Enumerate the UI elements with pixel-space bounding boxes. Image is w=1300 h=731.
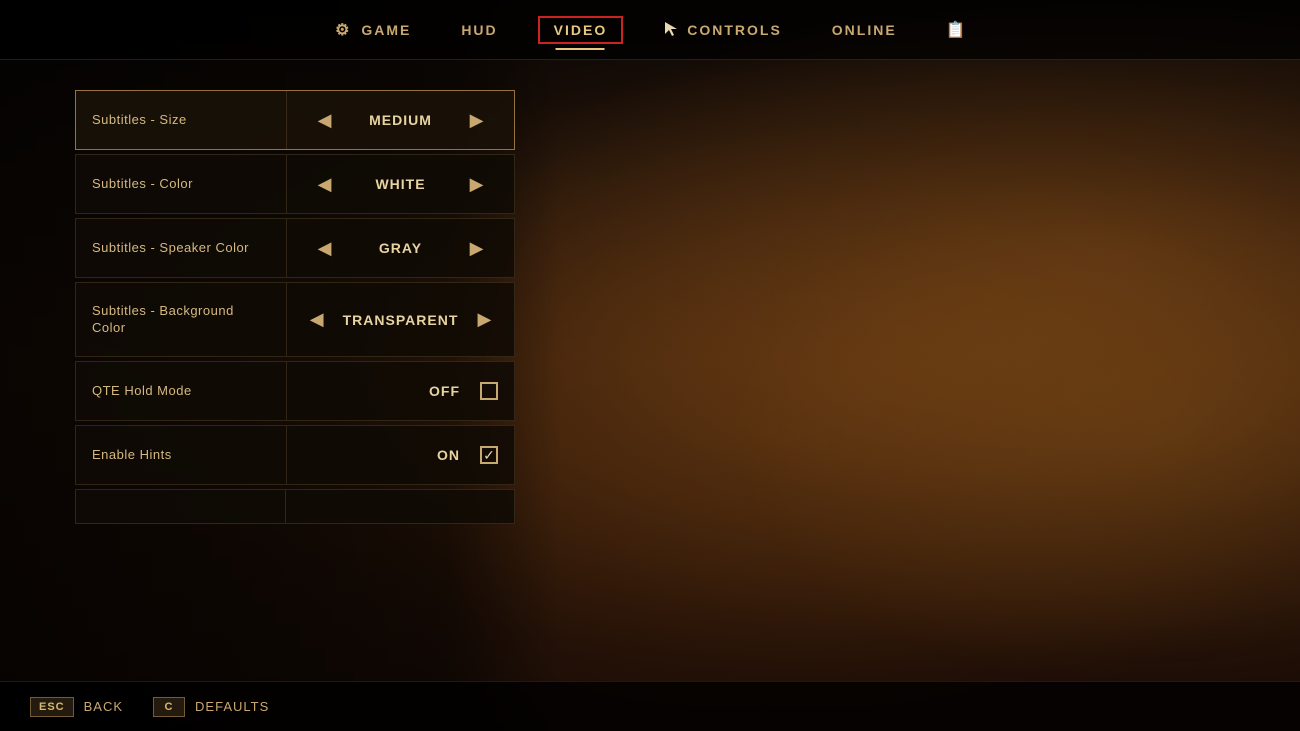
nav-label-online: ONLINE xyxy=(832,22,897,38)
setting-qte-hold-mode[interactable]: QTE Hold Mode Off xyxy=(75,361,515,421)
checkmark-icon: ✓ xyxy=(483,447,495,464)
arrow-left-color[interactable]: ◀ xyxy=(315,174,335,195)
arrow-left-speaker[interactable]: ◀ xyxy=(315,238,335,259)
extra-icon: 📋 xyxy=(947,20,967,40)
label-subtitles-bg-color: Subtitles - Background Color xyxy=(76,303,286,337)
back-key-badge: ESC xyxy=(30,697,74,717)
nav-label-video: VIDEO xyxy=(554,22,608,38)
nav-item-controls[interactable]: CONTROLS xyxy=(653,15,792,44)
scene-silhouette xyxy=(550,61,1300,681)
value-subtitles-speaker-color: ◀ Gray ▶ xyxy=(286,219,514,277)
partial-left xyxy=(76,490,286,523)
arrow-right-color[interactable]: ▶ xyxy=(467,174,487,195)
defaults-label: Defaults xyxy=(195,699,269,714)
value-text-bg: Transparent xyxy=(343,312,459,328)
label-subtitles-speaker-color: Subtitles - Speaker Color xyxy=(76,240,286,257)
nav-item-video[interactable]: VIDEO xyxy=(538,16,624,44)
nav-item-hud[interactable]: HUD xyxy=(451,17,507,43)
bottom-bar: ESC Back C Defaults xyxy=(0,681,1300,731)
value-subtitles-bg-color: ◀ Transparent ▶ xyxy=(286,283,514,356)
checkbox-qte[interactable] xyxy=(480,382,498,400)
label-subtitles-color: Subtitles - Color xyxy=(76,176,286,193)
nav-item-game[interactable]: ⚙ GAME xyxy=(323,15,421,45)
setting-subtitles-speaker-color[interactable]: Subtitles - Speaker Color ◀ Gray ▶ xyxy=(75,218,515,278)
settings-panel: Subtitles - Size ◀ Medium ▶ Subtitles - … xyxy=(75,90,515,524)
setting-enable-hints[interactable]: Enable Hints On ✓ xyxy=(75,425,515,485)
value-text-size: Medium xyxy=(351,112,451,128)
arrow-right-size[interactable]: ▶ xyxy=(467,110,487,131)
label-enable-hints: Enable Hints xyxy=(76,447,286,464)
setting-subtitles-bg-color[interactable]: Subtitles - Background Color ◀ Transpare… xyxy=(75,282,515,357)
arrow-left-size[interactable]: ◀ xyxy=(315,110,335,131)
arrow-left-bg[interactable]: ◀ xyxy=(307,309,327,330)
label-qte-hold-mode: QTE Hold Mode xyxy=(76,383,286,400)
arrow-right-speaker[interactable]: ▶ xyxy=(467,238,487,259)
value-text-color: White xyxy=(351,176,451,192)
partial-right xyxy=(286,490,514,523)
defaults-key-badge: C xyxy=(153,697,185,717)
label-subtitles-size: Subtitles - Size xyxy=(76,112,286,129)
setting-partial-row xyxy=(75,489,515,524)
cursor-icon xyxy=(663,20,679,39)
setting-subtitles-color[interactable]: Subtitles - Color ◀ White ▶ xyxy=(75,154,515,214)
nav-label-controls: CONTROLS xyxy=(687,22,782,38)
value-enable-hints: On ✓ xyxy=(286,426,514,484)
game-icon: ⚙ xyxy=(333,20,353,40)
value-subtitles-size: ◀ Medium ▶ xyxy=(286,91,514,149)
defaults-button[interactable]: C Defaults xyxy=(153,697,269,717)
nav-bar: ⚙ GAME HUD VIDEO CONTROLS ONLINE 📋 xyxy=(0,0,1300,60)
checkbox-hints[interactable]: ✓ xyxy=(480,446,498,464)
value-subtitles-color: ◀ White ▶ xyxy=(286,155,514,213)
value-qte-hold-mode: Off xyxy=(286,362,514,420)
nav-item-online[interactable]: ONLINE xyxy=(822,17,907,43)
state-hints: On xyxy=(437,447,460,463)
back-button[interactable]: ESC Back xyxy=(30,697,123,717)
nav-label-hud: HUD xyxy=(461,22,497,38)
nav-label-game: GAME xyxy=(361,22,411,38)
back-label: Back xyxy=(84,699,123,714)
state-qte: Off xyxy=(429,383,460,399)
value-text-speaker: Gray xyxy=(351,240,451,256)
arrow-right-bg[interactable]: ▶ xyxy=(474,309,494,330)
nav-item-extra[interactable]: 📋 xyxy=(937,15,977,45)
setting-subtitles-size[interactable]: Subtitles - Size ◀ Medium ▶ xyxy=(75,90,515,150)
